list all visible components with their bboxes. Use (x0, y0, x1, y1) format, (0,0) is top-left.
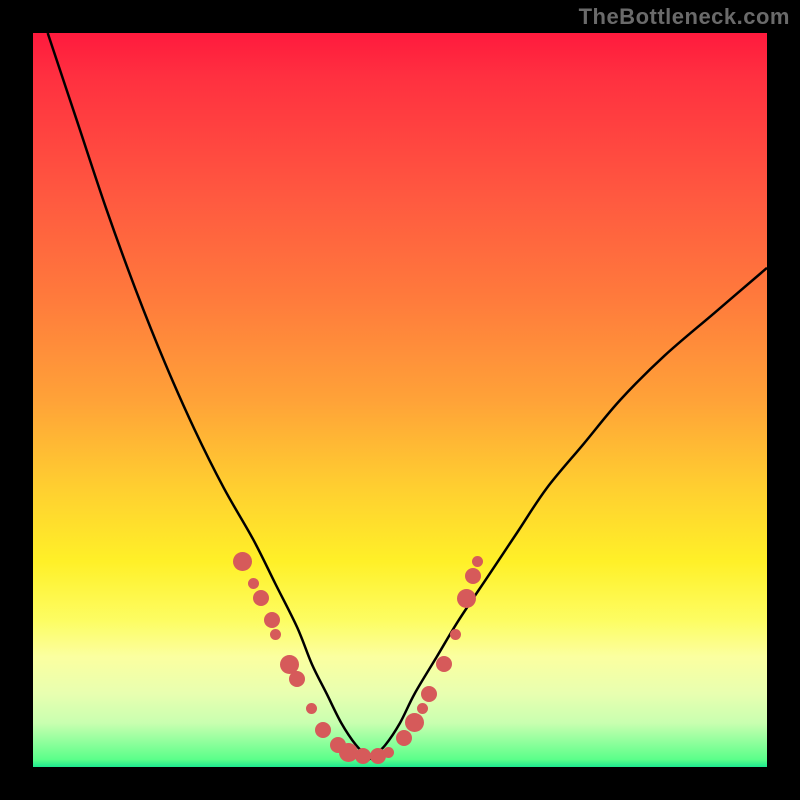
data-point (383, 747, 394, 758)
data-point (396, 730, 412, 746)
watermark-text: TheBottleneck.com (579, 4, 790, 30)
data-point (233, 552, 252, 571)
data-point (315, 722, 331, 738)
data-point (465, 568, 481, 584)
data-point (270, 629, 281, 640)
data-point (457, 589, 476, 608)
data-point (253, 590, 269, 606)
data-point (248, 578, 259, 589)
data-point (450, 629, 461, 640)
data-point (472, 556, 483, 567)
data-point (417, 703, 428, 714)
data-point (405, 713, 424, 732)
data-point (289, 671, 305, 687)
left-curve (48, 33, 371, 760)
data-point (306, 703, 317, 714)
chart-stage: TheBottleneck.com (0, 0, 800, 800)
data-point (436, 656, 452, 672)
curve-layer (33, 33, 767, 767)
data-point (355, 748, 371, 764)
data-point (421, 686, 437, 702)
plot-area (33, 33, 767, 767)
data-point (264, 612, 280, 628)
